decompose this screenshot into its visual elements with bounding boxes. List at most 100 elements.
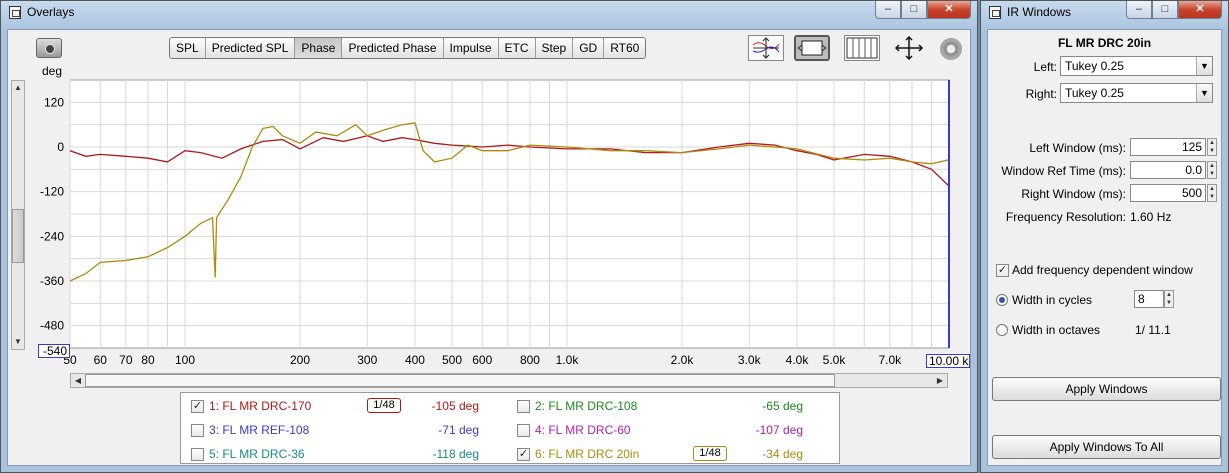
y-tick-label: 0 [57, 140, 64, 154]
left-window-type-select[interactable]: Tukey 0.25 ▼ [1060, 56, 1213, 76]
chevron-down-icon[interactable]: ▼ [1196, 84, 1212, 102]
right-window-ms-field[interactable]: 500 [1130, 184, 1206, 202]
legend-checkbox[interactable]: ✓ [191, 399, 204, 413]
width-in-octaves-radio[interactable] [996, 324, 1008, 336]
legend-value: -107 deg [755, 423, 803, 437]
legend-label[interactable]: 2: FL MR DRC-108 [535, 399, 637, 413]
x-tick-label: 4.0k [786, 353, 810, 367]
legend-item: 5: FL MR DRC-36 [191, 445, 305, 463]
tab-rt60[interactable]: RT60 [604, 38, 646, 58]
x-tick-label: 5.0k [823, 353, 847, 367]
chevron-down-icon[interactable]: ▼ [1196, 57, 1212, 75]
vertical-zoom-icon[interactable] [748, 35, 784, 61]
right-window-ms-label: Right Window (ms): [1021, 187, 1126, 201]
legend-label[interactable]: 5: FL MR DRC-36 [209, 447, 305, 461]
legend-item: ✓ 1: FL MR DRC-170 [191, 397, 311, 415]
horizontal-scrollbar[interactable]: ◀ ▶ [70, 373, 948, 388]
y-tick-label: -120 [40, 185, 64, 199]
overlays-content: deg SPL Predicted SPL Phase Predicted Phase… [7, 29, 971, 466]
legend-checkbox[interactable]: ✓ [517, 447, 530, 461]
maximize-button[interactable]: □ [901, 1, 927, 19]
cycles-field[interactable]: 8 [1134, 290, 1164, 308]
tab-predicted-phase[interactable]: Predicted Phase [342, 38, 444, 58]
pan-icon[interactable] [892, 35, 928, 61]
horizontal-scroll-thumb[interactable] [85, 374, 835, 387]
window-ref-time-label: Window Ref Time (ms): [1001, 164, 1126, 178]
measurement-name: FL MR DRC 20in [1057, 36, 1152, 50]
add-fdw-label: Add frequency dependent window [1012, 263, 1193, 277]
tab-impulse[interactable]: Impulse [443, 38, 499, 58]
y-tick-label: -240 [40, 229, 64, 243]
tab-spl[interactable]: SPL [170, 38, 206, 58]
phase-plot[interactable]: 1200-120-240-360-48050 60 70 80 100 200 300 400… [8, 74, 972, 374]
overlays-titlebar[interactable]: Overlays – □ ✕ [1, 1, 977, 25]
tab-predicted-spl[interactable]: Predicted SPL [205, 38, 296, 58]
width-in-octaves-label: Width in octaves [1012, 323, 1101, 337]
close-button[interactable]: ✕ [1178, 1, 1222, 19]
x-tick-label: 2.0k [671, 353, 695, 367]
x-tick-label: 70 [119, 353, 133, 367]
x-max-field[interactable]: 10.00 k [926, 354, 970, 368]
add-fdw-checkbox[interactable]: ✓ [996, 264, 1009, 277]
legend-label[interactable]: 3: FL MR REF-108 [209, 423, 309, 437]
y-tick-label: 120 [44, 95, 64, 109]
close-button[interactable]: ✕ [927, 1, 971, 19]
camera-icon[interactable] [36, 38, 62, 58]
frequency-resolution-value: 1.60 Hz [1130, 210, 1172, 224]
right-window-type-select[interactable]: Tukey 0.25 ▼ [1060, 83, 1213, 103]
cycles-spinner[interactable]: ▲ ▼ [1164, 290, 1174, 308]
right-window-spinner[interactable]: ▲ ▼ [1207, 184, 1217, 202]
y-tick-label: -360 [40, 274, 64, 288]
legend-label[interactable]: 4: FL MR DRC-60 [535, 423, 631, 437]
frequency-resolution-label: Frequency Resolution: [1005, 210, 1126, 224]
minimize-button[interactable]: – [875, 1, 901, 19]
legend-label[interactable]: 6: FL MR DRC 20in [535, 447, 639, 461]
ir-windows-window: IR Windows – □ ✕ FL MR DRC 20in Left: Tu… [980, 0, 1229, 473]
apply-windows-to-all-button[interactable]: Apply Windows To All [992, 435, 1221, 459]
scroll-left-icon[interactable]: ◀ [71, 374, 85, 387]
app-icon [9, 6, 21, 19]
apply-windows-button[interactable]: Apply Windows [992, 377, 1221, 401]
window-title: Overlays [27, 5, 75, 19]
smoothing-badge[interactable]: 1/48 [693, 446, 727, 461]
tab-step[interactable]: Step [535, 38, 574, 58]
x-tick-label: 800 [520, 353, 540, 367]
legend-label[interactable]: 1: FL MR DRC-170 [209, 399, 311, 413]
scroll-right-icon[interactable]: ▶ [933, 374, 947, 387]
x-tick-label: 60 [94, 353, 108, 367]
right-window-type-label: Right: [1025, 87, 1057, 101]
legend-value: -118 deg [432, 447, 479, 461]
y-tick-label: -480 [40, 319, 64, 333]
window-ref-time-field[interactable]: 0.0 [1130, 161, 1206, 179]
overlays-window: Overlays – □ ✕ deg SPL Predicted SPL Phase… [0, 0, 978, 473]
left-window-spinner[interactable]: ▲ ▼ [1207, 138, 1217, 156]
ir-titlebar[interactable]: IR Windows – □ ✕ [981, 1, 1228, 25]
tab-etc[interactable]: ETC [498, 38, 536, 58]
width-in-cycles-label: Width in cycles [1012, 293, 1093, 307]
x-tick-label: 3.0k [738, 353, 762, 367]
legend-checkbox[interactable] [517, 423, 530, 437]
y-min-field[interactable]: -540 [38, 344, 70, 358]
maximize-button[interactable]: □ [1152, 1, 1178, 19]
ref-time-spinner[interactable]: ▲ ▼ [1207, 161, 1217, 179]
tab-phase[interactable]: Phase [295, 38, 343, 58]
smoothing-badge[interactable]: 1/48 [367, 398, 401, 413]
right-window-type-value: Tukey 0.25 [1065, 86, 1124, 100]
legend-checkbox[interactable] [191, 447, 204, 461]
legend-checkbox[interactable] [191, 423, 204, 437]
left-window-ms-label: Left Window (ms): [1029, 141, 1126, 155]
legend-checkbox[interactable] [517, 399, 530, 413]
x-tick-label: 500 [442, 353, 462, 367]
tab-gd[interactable]: GD [573, 38, 605, 58]
x-tick-label: 80 [141, 353, 155, 367]
ir-windows-content: FL MR DRC 20in Left: Tukey 0.25 ▼ Right:… [987, 29, 1222, 466]
settings-gear-icon[interactable] [940, 38, 962, 60]
legend-value: -71 deg [438, 423, 479, 437]
fit-view-icon[interactable] [794, 35, 830, 61]
left-window-ms-field[interactable]: 125 [1130, 138, 1206, 156]
grid-icon[interactable] [844, 35, 880, 61]
x-tick-label: 7.0k [878, 353, 902, 367]
window-title: IR Windows [1007, 5, 1072, 19]
minimize-button[interactable]: – [1126, 1, 1152, 19]
width-in-cycles-radio[interactable] [996, 294, 1008, 306]
